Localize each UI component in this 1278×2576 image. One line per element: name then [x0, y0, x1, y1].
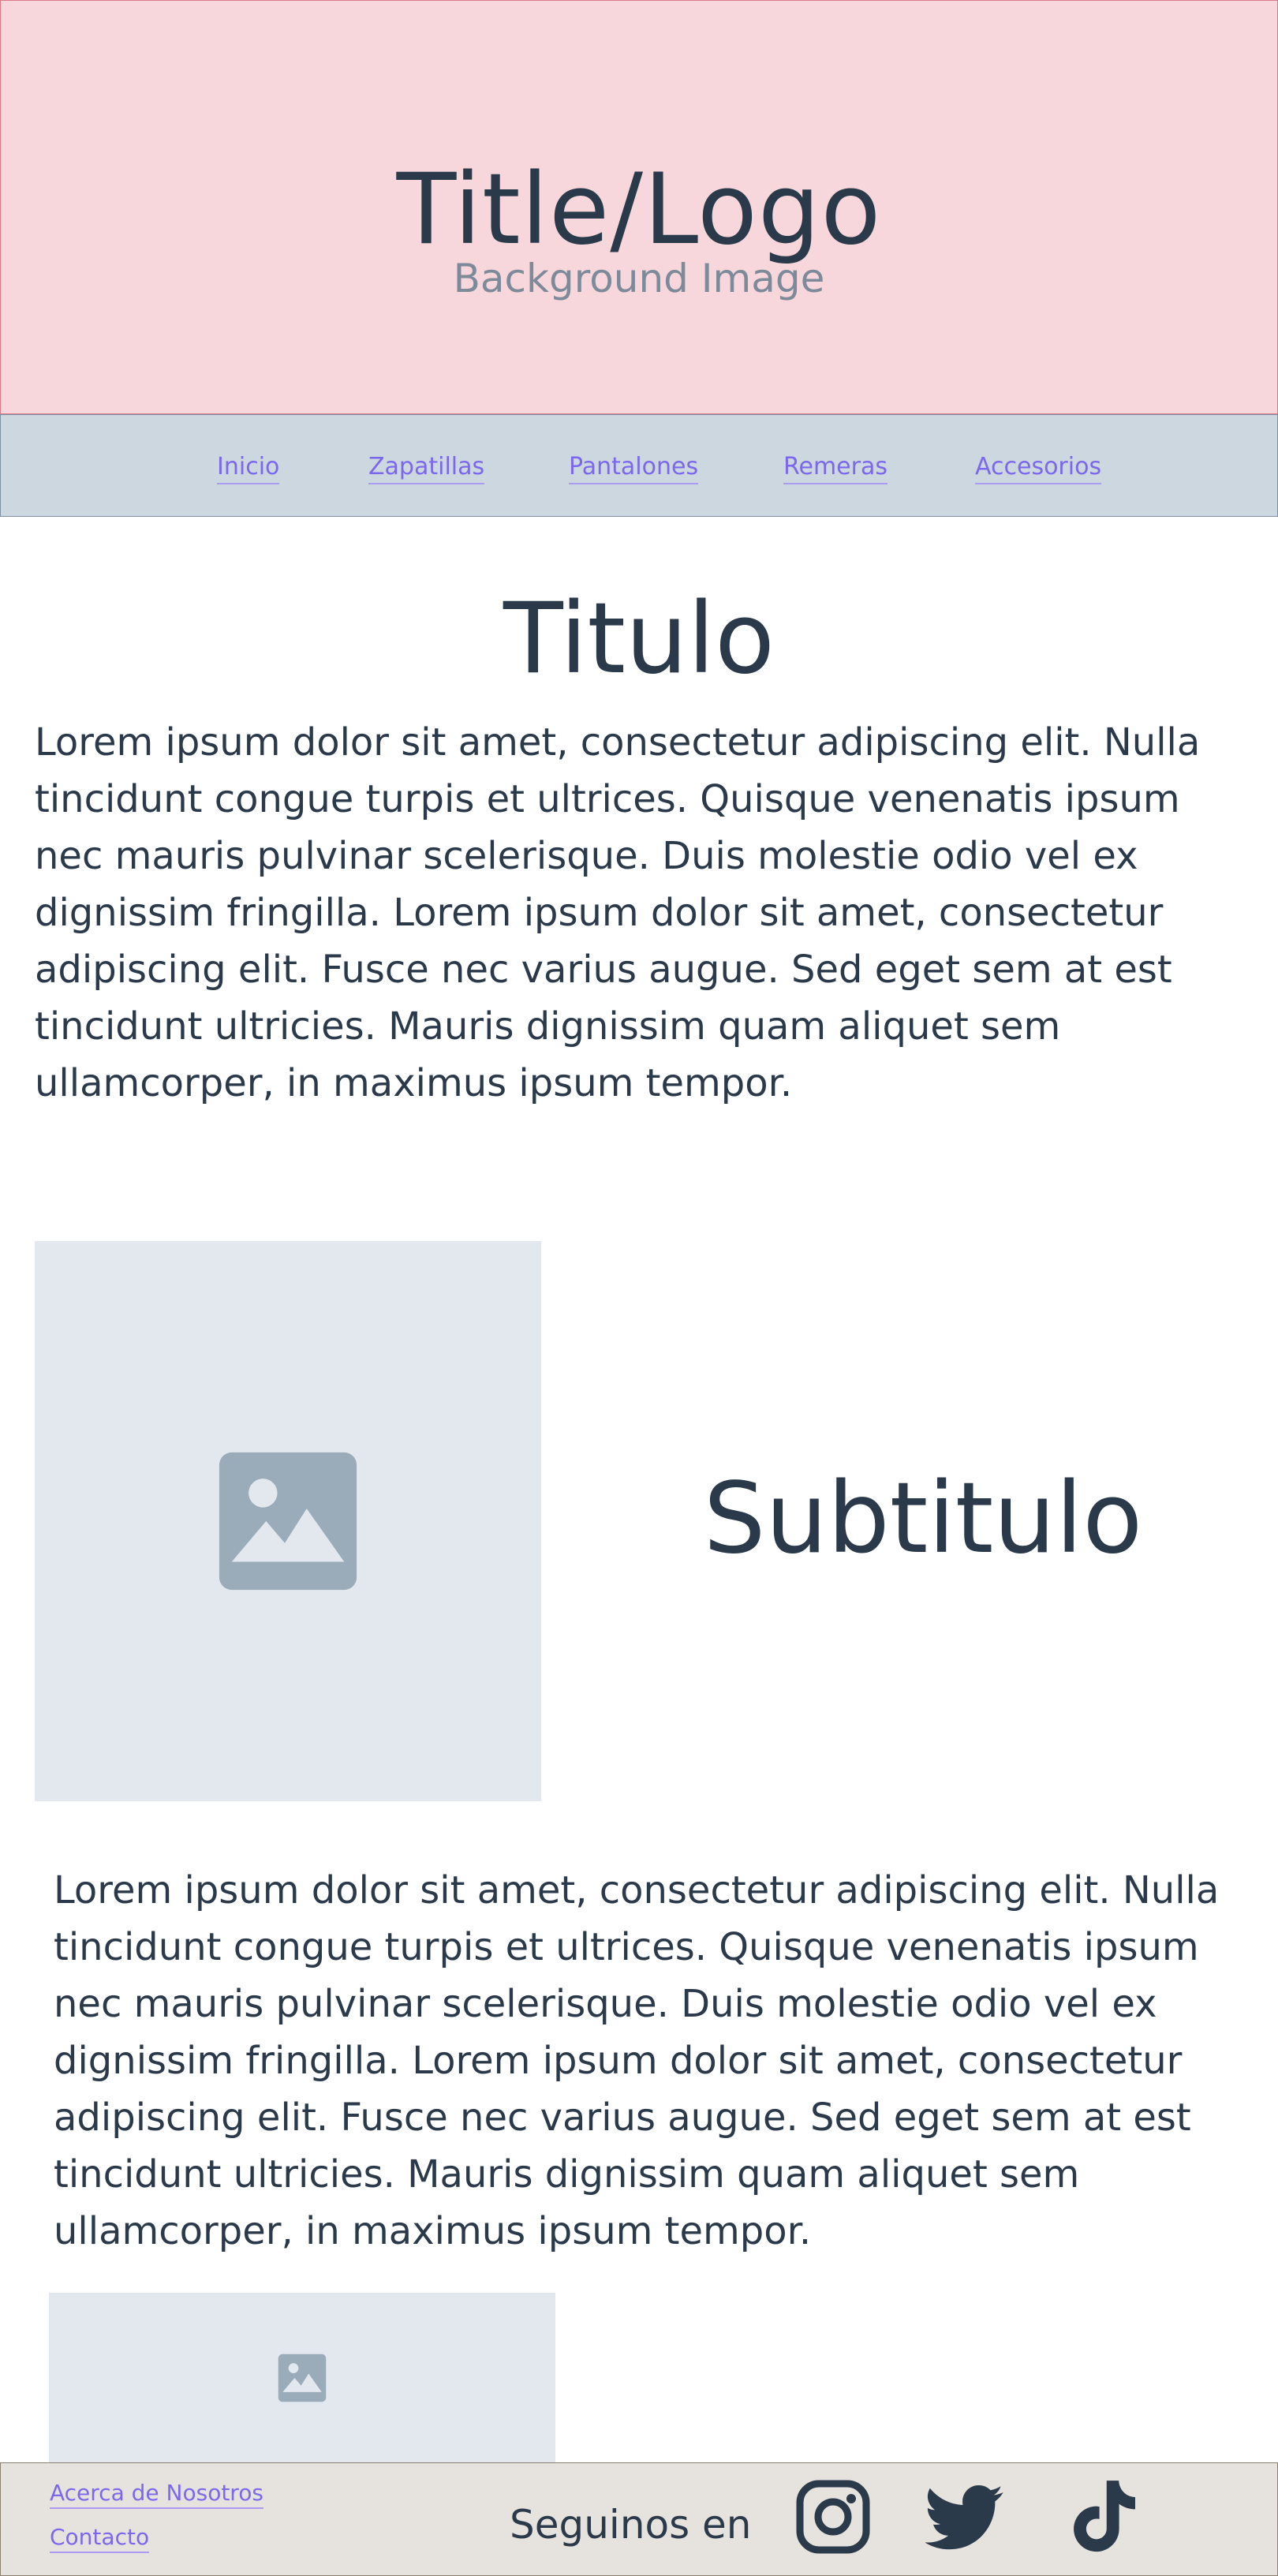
nav-item-pantalones[interactable]: Pantalones: [569, 451, 699, 484]
nav-item-zapatillas[interactable]: Zapatillas: [368, 451, 485, 484]
nav-item-accesorios[interactable]: Accesorios: [975, 451, 1102, 484]
image-placeholder: [35, 1241, 541, 1801]
image-icon: [219, 1452, 357, 1591]
footer-link-contact[interactable]: Contacto: [50, 2523, 150, 2553]
site-title: Title/Logo: [396, 153, 882, 267]
footer: Acerca de Nosotros Contacto Seguinos en: [0, 2462, 1278, 2576]
header-banner: Title/Logo Background Image: [0, 0, 1278, 415]
tiktok-icon[interactable]: [1064, 2477, 1143, 2556]
intro-paragraph: Lorem ipsum dolor sit amet, consectetur …: [35, 720, 1201, 1105]
twitter-icon[interactable]: [925, 2477, 1004, 2556]
section-subtitle: Subtitulo: [703, 1462, 1143, 1576]
header-subtitle: Background Image: [453, 256, 825, 301]
nav-item-remeras[interactable]: Remeras: [783, 451, 888, 484]
footer-link-about[interactable]: Acerca de Nosotros: [50, 2479, 263, 2509]
page: Title/Logo Background Image Inicio Zapat…: [0, 0, 1278, 2576]
page-title: Titulo: [503, 582, 775, 696]
nav-item-inicio[interactable]: Inicio: [217, 451, 280, 484]
image-icon: [278, 2354, 327, 2402]
image-placeholder-small: [49, 2293, 555, 2462]
instagram-icon[interactable]: [794, 2477, 873, 2556]
section-paragraph: Lorem ipsum dolor sit amet, consectetur …: [54, 1868, 1220, 2253]
follow-us-label: Seguinos en: [510, 2502, 752, 2548]
main-nav: Inicio Zapatillas Pantalones Remeras Acc…: [0, 414, 1278, 517]
